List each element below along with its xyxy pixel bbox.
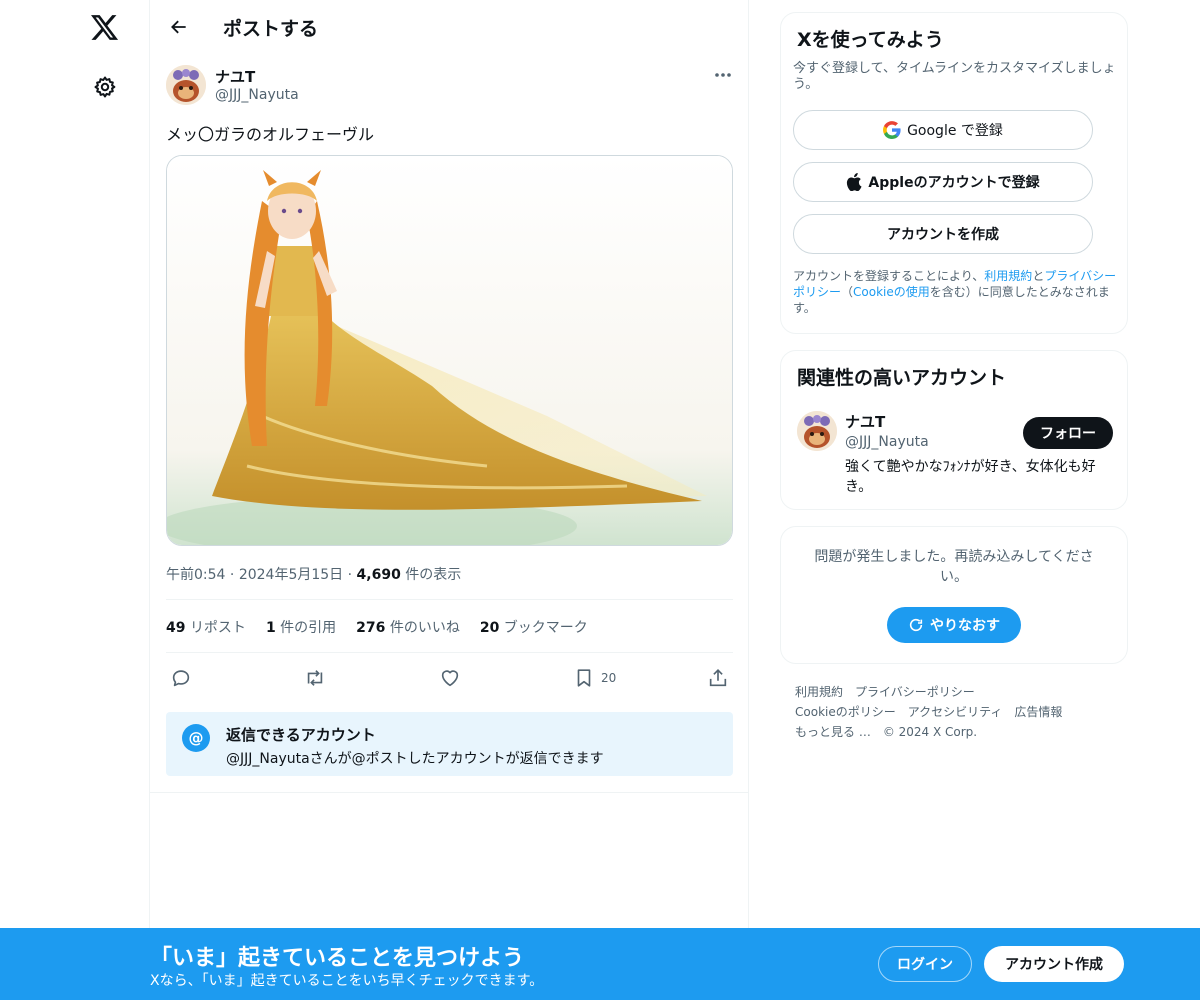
retry-button[interactable]: やりなおす [887,607,1021,643]
meta-separator: · [347,567,353,583]
error-message: 問題が発生しました。再読み込みしてください。 [814,549,1094,585]
related-accounts-title: 関連性の高いアカウント [797,367,1007,389]
views-count: 4,690 [356,567,401,583]
share-button[interactable] [707,664,729,692]
divider [166,652,733,653]
post-time[interactable]: 午前0:54 [166,567,225,583]
related-account-avatar[interactable] [797,411,837,451]
bookmark-stat[interactable]: 20 ブックマーク [480,617,588,637]
post-meta: 午前0:54 · 2024年5月15日 · 4,690 件の表示 [166,564,461,584]
views-label: 件の表示 [405,567,462,583]
reply-restriction-box: @ 返信できるアカウント @JJJ_Nayutaさんが@ポストしたアカウントが返… [166,712,733,776]
like-stat[interactable]: 276 件のいいね [356,617,460,637]
related-account-bio: 強くて艶やかなﾌｫﾝﾅが好き、女体化も好き。 [845,459,1096,495]
author-handle[interactable]: @JJJ_Nayuta [215,87,299,103]
footer-link-accessibility[interactable]: アクセシビリティ [908,705,1003,719]
left-nav [0,0,150,1000]
post-text: メッ〇ガラのオルフェーヴル [166,125,375,144]
signup-card-title: Xを使ってみよう [797,29,944,51]
footer-link-ads[interactable]: 広告情報 [1014,705,1062,719]
meta-separator: · [229,567,235,583]
related-accounts-card: 関連性の高いアカウント ナユT @JJJ_Nayuta フォロー 強くて艶やかな… [780,350,1128,510]
error-card: 問題が発生しました。再読み込みしてください。 やりなおす [780,526,1128,664]
heart-icon [441,670,459,687]
refresh-icon [909,618,923,632]
reply-icon [172,670,190,687]
at-icon: @ [182,724,210,752]
author-name[interactable]: ナユT [215,66,255,87]
post-image[interactable] [166,155,733,546]
more-icon [715,73,731,77]
like-button[interactable] [439,664,461,692]
arrow-left-icon [171,20,186,34]
post-stats: 49 リポスト 1 件の引用 276 件のいいね 20 ブックマーク [166,617,588,637]
top-bar: ポストする [150,0,750,53]
divider [166,599,733,600]
author-avatar[interactable] [166,65,206,105]
more-options-button[interactable] [710,64,736,86]
apple-signup-button[interactable]: Appleのアカウントで登録 [793,162,1093,202]
cookie-link[interactable]: Cookieの使用 [853,285,930,299]
x-logo-icon[interactable] [84,7,126,49]
related-account-name[interactable]: ナユT [845,411,885,432]
main-column: ポストする ナユT @JJJ_Nayuta メッ〇ガラのオルフェーヴル 午前0:… [149,0,749,1000]
footer-link-privacy[interactable]: プライバシーポリシー [855,685,975,699]
terms-text: アカウントを登録することにより、利用規約とプライバシーポリシー（Cookieの使… [793,269,1117,315]
apple-icon [847,173,862,191]
post-date[interactable]: 2024年5月15日 [239,567,343,583]
related-account-handle[interactable]: @JJJ_Nayuta [845,434,929,450]
banner-title: 「いま」起きていることを見つけよう [150,946,525,971]
repost-button[interactable] [304,664,326,692]
reply-restriction-description: @JJJ_Nayutaさんが@ポストしたアカウントが返信できます [226,751,604,767]
signup-banner: 「いま」起きていることを見つけよう Xなら、「いま」起きていることをいち早くチェ… [0,928,1200,1000]
footer-link-cookie[interactable]: Cookieのポリシー [795,705,896,719]
repost-icon [307,670,323,686]
repost-stat[interactable]: 49 リポスト [166,617,246,637]
terms-link[interactable]: 利用規約 [984,269,1032,283]
copyright: © 2024 X Corp. [882,725,978,739]
bookmark-icon [577,669,591,687]
page-title: ポストする [223,18,319,40]
banner-subtitle: Xなら、「いま」起きていることをいち早くチェックできます。 [150,973,544,989]
signup-button[interactable]: アカウント作成 [984,946,1124,982]
login-button[interactable]: ログイン [878,946,972,982]
google-signup-button[interactable]: Google で登録 [793,110,1093,150]
footer-link-terms[interactable]: 利用規約 [795,685,843,699]
reply-restriction-title: 返信できるアカウント [226,726,376,744]
gear-icon[interactable] [84,66,126,108]
google-icon [883,121,901,139]
bookmark-count: 20 [601,671,617,685]
follow-button[interactable]: フォロー [1023,417,1113,449]
signup-card-subtitle: 今すぐ登録して、タイムラインをカスタマイズしましょう。 [793,61,1116,92]
back-button[interactable] [162,10,196,44]
footer-link-more[interactable]: もっと見る … [795,725,871,739]
bookmark-button[interactable]: 20 [573,664,616,692]
footer-links: 利用規約 プライバシーポリシー Cookieのポリシー アクセシビリティ 広告情報 も… [795,682,1115,742]
share-icon [709,669,727,687]
quote-stat[interactable]: 1 件の引用 [266,617,336,637]
signup-card: Xを使ってみよう 今すぐ登録して、タイムラインをカスタマイズしましょう。 Goo… [780,12,1128,334]
create-account-button[interactable]: アカウントを作成 [793,214,1093,254]
divider [150,792,748,793]
reply-button[interactable] [170,664,192,692]
